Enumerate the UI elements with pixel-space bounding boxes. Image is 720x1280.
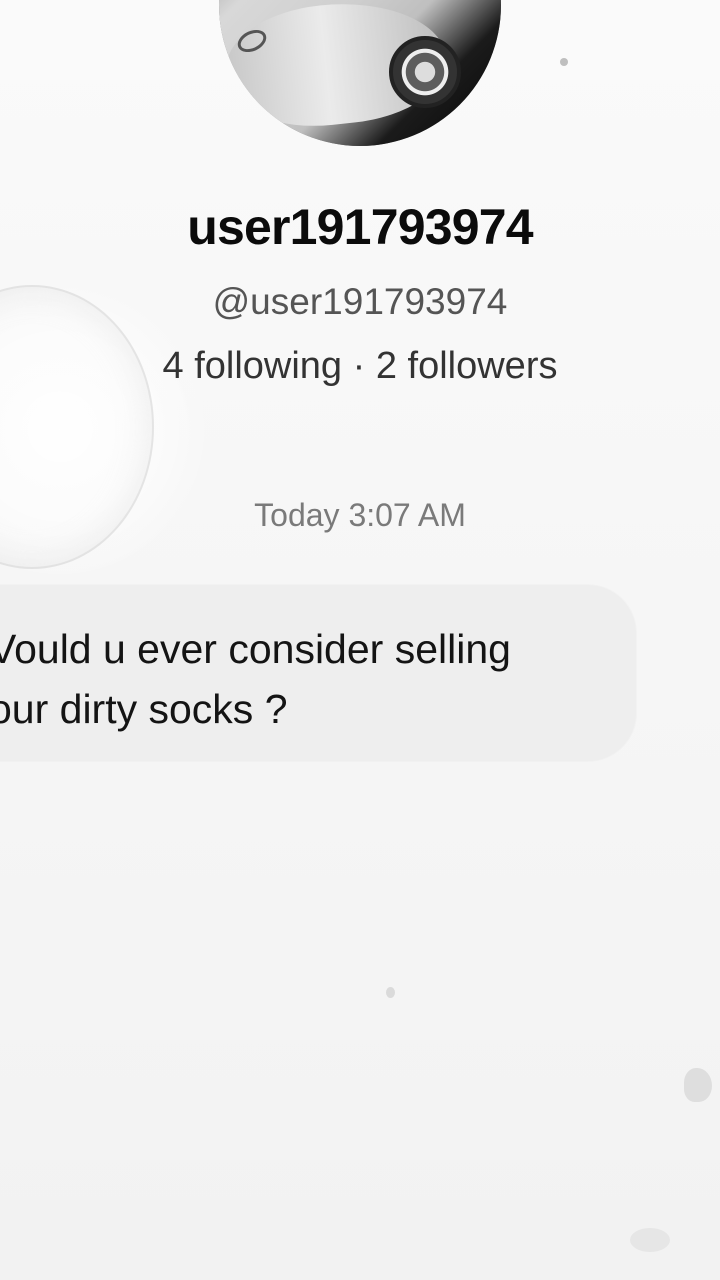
chat-screen: user191793974 @user191793974 4 following…: [0, 0, 720, 1280]
dust-speck: [560, 58, 568, 66]
message-text: Vould u ever consider selling our dirty …: [0, 626, 511, 732]
profile-avatar[interactable]: [219, 0, 501, 146]
dust-speck: [386, 987, 395, 998]
message-timestamp: Today 3:07 AM: [254, 497, 466, 533]
profile-handle: @user191793974: [212, 281, 508, 322]
smudge-mark: [630, 1228, 670, 1252]
smudge-mark: [684, 1068, 712, 1102]
profile-stats: 4 following · 2 followers: [162, 345, 558, 387]
avatar-watch-graphic: [389, 36, 461, 108]
received-message-bubble[interactable]: Vould u ever consider selling our dirty …: [0, 585, 636, 761]
profile-display-name: user191793974: [187, 199, 533, 255]
